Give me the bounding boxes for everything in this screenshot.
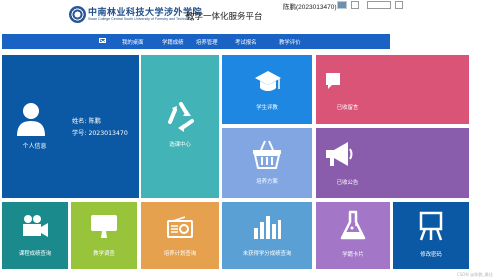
tile-student-evaluation-label: 学生评教: [256, 105, 278, 111]
user-name[interactable]: 陈鹏(2023013470): [283, 1, 336, 11]
radio-icon: [167, 216, 193, 238]
tile-received-messages[interactable]: 已收留言: [316, 55, 469, 124]
profile-name-label: 姓名:: [72, 118, 87, 125]
tile-training-plan[interactable]: 培养方案: [222, 128, 312, 198]
tile-elective-center[interactable]: 选课中心: [141, 55, 219, 198]
header: 中南林业科技大学涉外学院 Swan College Central South …: [0, 0, 499, 31]
lamp-icon: [91, 215, 117, 238]
basket-icon: [253, 140, 281, 169]
mail-icon[interactable]: [99, 38, 106, 43]
tile-student-card[interactable]: 学籍卡片: [316, 202, 390, 269]
bar-chart-icon: [254, 216, 281, 239]
graduation-cap-icon: [255, 71, 281, 91]
tile-received-messages-label: 已收留言: [336, 105, 359, 111]
tile-received-notices[interactable]: 已收公告: [316, 128, 469, 198]
tile-teaching-survey-label: 教学调查: [93, 251, 115, 257]
tile-student-card-label: 学籍卡片: [342, 252, 364, 258]
tile-training-plan-label: 培养方案: [256, 179, 278, 185]
profile-id-value: 2023013470: [88, 130, 128, 137]
megaphone-icon: [326, 142, 353, 166]
tile-unearned-credits-label: 未获得学分成绩查询: [242, 251, 292, 257]
user-avatar-icon[interactable]: [337, 1, 347, 9]
toolbar-button-icon[interactable]: [395, 1, 403, 9]
user-icon: [17, 103, 45, 136]
platform-title: 教学一体化服务平台: [186, 12, 263, 22]
tile-elective-center-label: 选课中心: [169, 142, 191, 148]
tile-profile[interactable]: 姓名: 陈鹏 学号: 2023013470 个人信息: [2, 55, 139, 198]
flask-icon: [340, 210, 366, 240]
nav-item-training[interactable]: 培养管理: [196, 38, 218, 46]
tile-change-password-label: 修改密码: [420, 252, 442, 258]
tile-student-evaluation[interactable]: 学生评教: [222, 55, 312, 124]
tile-program-plan[interactable]: 培养计划查询: [141, 202, 219, 269]
tile-received-notices-label: 已收公告: [336, 180, 359, 186]
tile-program-plan-label: 培养计划查询: [163, 251, 197, 257]
nav-item-evaluation[interactable]: 教学评价: [279, 38, 301, 46]
profile-id-label: 学号:: [72, 130, 87, 137]
nav-item-desktop[interactable]: 我的桌面: [122, 38, 144, 46]
tile-change-password[interactable]: 修改密码: [393, 202, 469, 269]
main-nav: 我的桌面 学籍成绩 培养管理 考试报名 教学评价: [2, 34, 390, 49]
profile-id: 学号: 2023013470: [72, 128, 128, 137]
tile-profile-label: 个人信息: [22, 143, 47, 150]
video-camera-icon: [23, 215, 48, 237]
recycle-icon: [168, 102, 194, 132]
chat-bubble-icon: [326, 73, 340, 89]
watermark: CSDN @陈鹏_最佳: [456, 272, 493, 277]
tile-course-grades-label: 课程成绩查询: [18, 251, 52, 257]
profile-name-value: 陈鹏: [88, 118, 101, 125]
toolbar-button-icon[interactable]: [351, 1, 359, 9]
tile-course-grades[interactable]: 课程成绩查询: [2, 202, 68, 269]
toolbar-button-icon[interactable]: [367, 1, 391, 9]
profile-name: 姓名: 陈鹏: [72, 116, 101, 125]
tile-teaching-survey[interactable]: 教学调查: [71, 202, 137, 269]
school-name-en: Swan College Central South University of…: [88, 17, 195, 21]
nav-item-exam[interactable]: 考试报名: [235, 38, 257, 46]
easel-icon: [419, 211, 443, 241]
nav-item-grades[interactable]: 学籍成绩: [162, 38, 184, 46]
tile-unearned-credits[interactable]: 未获得学分成绩查询: [222, 202, 312, 269]
school-logo-icon: [69, 6, 86, 23]
